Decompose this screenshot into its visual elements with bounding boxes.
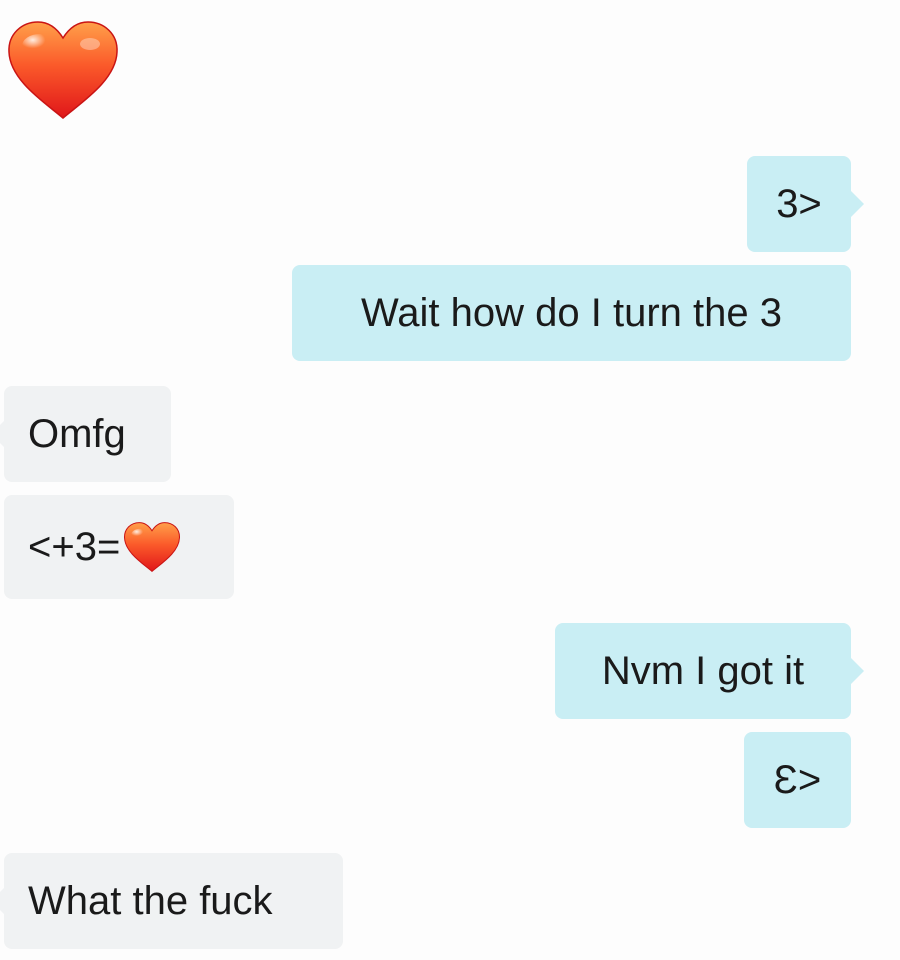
bubble-tail (851, 658, 864, 684)
message-bubble-received[interactable]: <+3= (4, 495, 234, 599)
message-text: 3> (776, 182, 822, 226)
message-bubble-received[interactable]: Omfg (4, 386, 171, 482)
message-bubble-sent[interactable]: Wait how do I turn the 3 (292, 265, 851, 361)
bubble-tail (0, 421, 4, 447)
message-text: <+3= (28, 525, 121, 569)
message-bubble-sent[interactable]: Nvm I got it (555, 623, 851, 719)
bubble-tail (0, 888, 4, 914)
message-text: Wait how do I turn the 3 (361, 291, 782, 335)
message-text: What the fuck (28, 879, 273, 923)
heart-emoji-icon (8, 21, 118, 119)
message-text: Nvm I got it (601, 649, 805, 693)
message-bubble-sent[interactable]: Ɛ> (744, 732, 851, 828)
chat-conversation: 3> Wait how do I turn the 3 Omfg <+3= Nv… (0, 0, 900, 960)
message-bubble-sent[interactable]: 3> (747, 156, 851, 252)
bubble-tail (851, 191, 864, 217)
message-text: Omfg (28, 412, 126, 456)
message-bubble-received[interactable]: What the fuck (4, 853, 343, 949)
heart-emoji-icon (124, 522, 181, 573)
message-text: Ɛ> (773, 758, 822, 802)
